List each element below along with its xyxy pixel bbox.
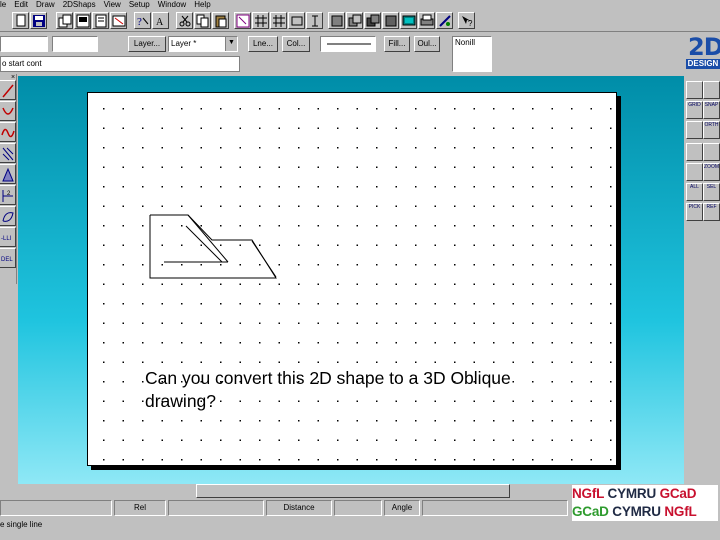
question-text: Can you convert this 2D shape to a 3D Ob… [145, 368, 511, 411]
text-tool-icon[interactable]: -LLI [0, 227, 16, 247]
delete-tool-label: DEL [1, 257, 13, 263]
dot-grid-icon[interactable] [686, 81, 703, 99]
snap-lock-button[interactable]: SNAP [703, 101, 720, 119]
gcad-text: GCaD [659, 486, 697, 501]
cymru-text: CYMRU [607, 486, 657, 501]
scrollbar-thumb[interactable] [196, 484, 510, 498]
oblique-tool-icon[interactable] [0, 164, 16, 184]
gcad-text: GCaD [572, 504, 609, 519]
right-tool-palette: GRID SNAP ORTH ZOOM ALL SEL PICK REF [686, 76, 720, 224]
shape-diagonal-right [251, 240, 277, 278]
shape-tool-icon[interactable] [0, 206, 16, 226]
curve-tool-icon[interactable] [0, 122, 16, 142]
square-icon[interactable] [686, 121, 703, 139]
hatch-tool-icon[interactable] [0, 143, 16, 163]
grid-lock-button[interactable]: GRID [686, 101, 703, 119]
snap-icon[interactable] [703, 81, 720, 99]
ngfl-logo-bottom: GCaD CYMRU NGfL [572, 503, 718, 521]
left-tool-palette: × 2 -LLI DEL [0, 74, 17, 284]
status-bar: Rel Distance Angle [0, 498, 570, 518]
ngfl-logo-top: NGfL CYMRU GCaD [572, 485, 718, 503]
status-blank-4 [422, 500, 568, 516]
pick-button[interactable]: PICK [686, 203, 703, 221]
zoom-button[interactable]: ZOOM [703, 163, 720, 181]
ngfl-text: NGfL [664, 504, 697, 519]
cymru-text: CYMRU [612, 504, 661, 519]
shape-diagonal-outer [187, 214, 229, 263]
status-blank-2 [168, 500, 264, 516]
drawing-shape[interactable] [0, 0, 720, 540]
zoom-out-icon[interactable] [703, 143, 720, 161]
select-all-button[interactable]: ALL [686, 183, 703, 201]
status-blank-3 [334, 500, 382, 516]
status-field-blank [0, 500, 112, 516]
zoom-window-icon[interactable] [686, 163, 703, 181]
delete-tool-icon[interactable]: DEL [0, 248, 16, 268]
dimension-tool-icon[interactable]: 2 [0, 185, 16, 205]
status-distance: Distance [266, 500, 332, 516]
ortho-button[interactable]: ORTH [703, 121, 720, 139]
select-button[interactable]: SEL [703, 183, 720, 201]
text-tool-label: -LLI [1, 236, 12, 242]
shape-outline [149, 214, 277, 279]
zoom-in-icon[interactable] [686, 143, 703, 161]
status-hint: e single line [0, 520, 43, 529]
status-angle: Angle [384, 500, 420, 516]
reference-button[interactable]: REF [703, 203, 720, 221]
arc-tool-icon[interactable] [0, 101, 16, 121]
ngfl-text: NGfL [572, 486, 604, 501]
line-tool-icon[interactable] [0, 80, 16, 100]
status-rel: Rel [114, 500, 166, 516]
